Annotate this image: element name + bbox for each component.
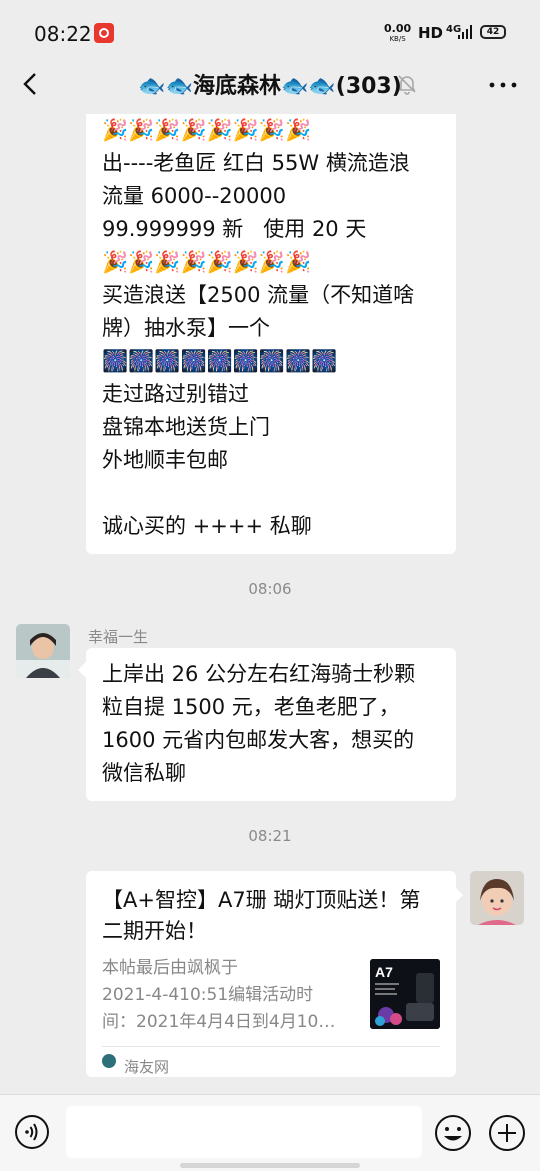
message-line: 买造浪送【2500 流量（不知道啥 <box>102 283 415 307</box>
message-line: 上岸出 26 公分左右红海骑士秒颗 <box>102 662 416 686</box>
message-line: 盘锦本地送货上门 <box>102 415 270 439</box>
message-line: 外地顺丰包邮 <box>102 448 228 472</box>
avatar[interactable] <box>16 624 70 678</box>
message-line: 走过路过别错过 <box>102 382 249 406</box>
card-thumbnail: A7 <box>370 959 440 1029</box>
bell-muted-icon <box>396 73 418 95</box>
message-line: 诚心买的 ++++ 私聊 <box>102 514 312 538</box>
timestamp: 08:21 <box>248 827 292 845</box>
voice-icon <box>15 1115 49 1149</box>
message-bubble[interactable]: 🎉🎉🎉🎉🎉🎉🎉🎉 出----老鱼匠 红白 55W 横流造浪 流量 6000--2… <box>86 114 456 554</box>
message-input[interactable] <box>66 1106 422 1158</box>
child-photo-icon <box>470 871 524 925</box>
voice-button[interactable] <box>14 1114 50 1150</box>
message-line: 出----老鱼匠 红白 55W 横流造浪 <box>102 151 410 175</box>
message-line: 🎆🎆🎆🎆🎆🎆🎆🎆🎆 <box>102 349 338 373</box>
source-logo-icon <box>102 1054 116 1068</box>
card-divider <box>102 1046 440 1047</box>
message-line: 牌）抽水泵】一个 <box>102 316 270 340</box>
card-source: 海友网 <box>124 1058 170 1076</box>
message-line: 99.999999 新 使用 20 天 <box>102 217 367 241</box>
ellipsis-icon <box>489 82 517 88</box>
card-title-line: 【A+智控】A7珊 瑚灯顶贴送！第 <box>102 888 421 912</box>
hd-indicator: HD <box>418 24 444 42</box>
chat-title: 🐟🐟海底森林🐟🐟(303) <box>138 74 402 99</box>
message-bubble[interactable]: 上岸出 26 公分左右红海骑士秒颗 粒自提 1500 元，老鱼老肥了， 1600… <box>86 648 456 801</box>
message-line: 粒自提 1500 元，老鱼老肥了， <box>102 695 400 719</box>
emoji-icon <box>435 1115 471 1151</box>
emoji-button[interactable] <box>434 1114 472 1152</box>
chat-messages[interactable]: 🎉🎉🎉🎉🎉🎉🎉🎉 出----老鱼匠 红白 55W 横流造浪 流量 6000--2… <box>0 114 540 1094</box>
card-description: 本帖最后由飒枫于 2021-4-410:51编辑活动时 间：2021年4月4日到… <box>102 958 336 1032</box>
plus-button[interactable] <box>488 1114 526 1152</box>
link-card[interactable]: 【A+智控】A7珊 瑚灯顶贴送！第 二期开始！ 本帖最后由飒枫于 2021-4-… <box>86 871 456 1077</box>
network-speed: 0.00 KB/S <box>384 22 412 43</box>
input-bar <box>0 1094 540 1171</box>
message-line: 🎉🎉🎉🎉🎉🎉🎉🎉 <box>102 118 312 142</box>
home-indicator[interactable] <box>180 1163 360 1168</box>
svg-text:A7: A7 <box>375 964 393 980</box>
message-line: 1600 元省内包邮发大客，想买的 <box>102 728 415 752</box>
message-line: 流量 6000--20000 <box>102 184 287 208</box>
battery-icon: 42 <box>480 25 506 39</box>
my-avatar[interactable] <box>470 871 524 925</box>
message-line: 🎉🎉🎉🎉🎉🎉🎉🎉 <box>102 250 312 274</box>
message-line <box>102 477 414 510</box>
more-options-button[interactable] <box>486 68 520 102</box>
timestamp: 08:06 <box>248 580 292 598</box>
status-bar: 08:22 0.00 KB/S HD 4G 42 <box>0 0 540 64</box>
message-line: 微信私聊 <box>102 761 186 785</box>
plus-icon <box>489 1115 525 1151</box>
user-photo-icon <box>16 624 70 678</box>
sender-name: 幸福一生 <box>88 628 149 646</box>
bubble-tail <box>455 887 463 903</box>
signal-icon <box>458 25 472 39</box>
status-time: 08:22 <box>34 22 92 46</box>
chat-header: 🐟🐟海底森林🐟🐟(303) <box>0 64 540 114</box>
card-title-line: 二期开始！ <box>102 919 207 943</box>
bubble-tail <box>78 662 86 678</box>
app-notification-icon <box>94 23 114 43</box>
